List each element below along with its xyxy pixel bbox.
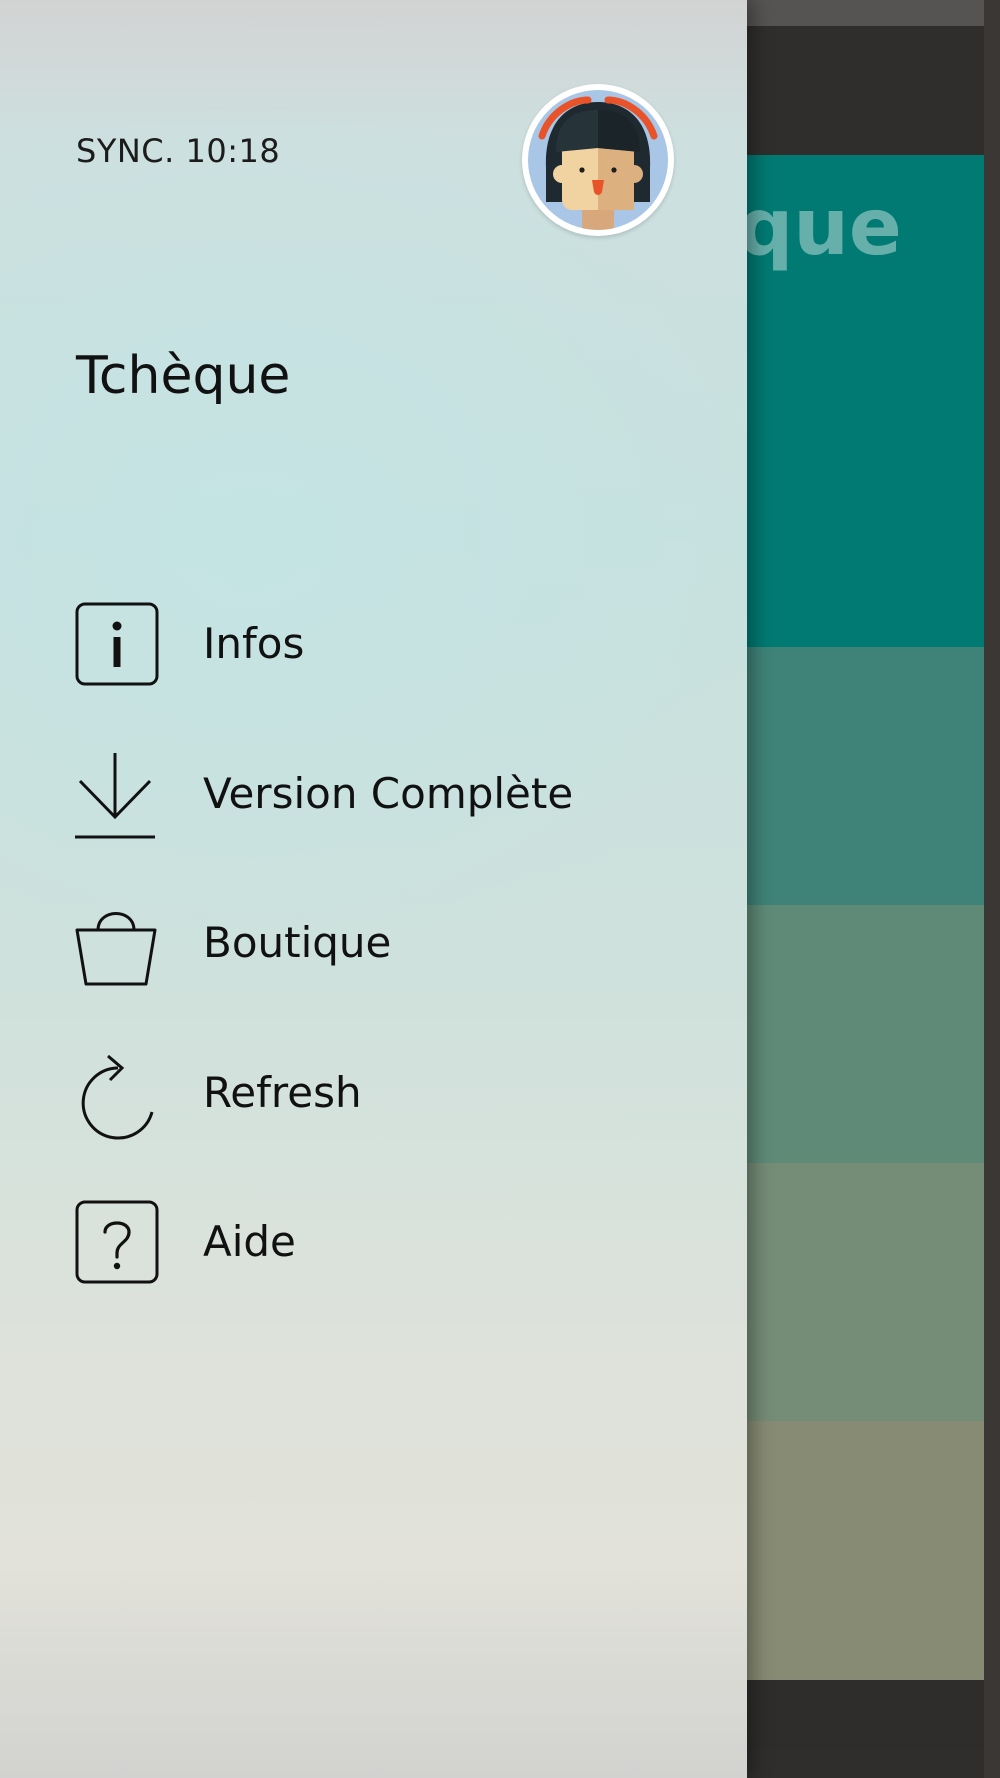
menu-item-version-complete[interactable]: Version Complète	[60, 739, 700, 851]
shopping-bag-icon	[74, 900, 164, 990]
menu-item-label: Version Complète	[203, 769, 574, 818]
menu-item-label: Infos	[203, 619, 305, 668]
info-icon	[74, 601, 164, 691]
menu-item-aide[interactable]: Aide	[60, 1187, 700, 1299]
menu-item-label: Aide	[203, 1217, 296, 1266]
download-icon	[74, 751, 164, 841]
menu-item-boutique[interactable]: Boutique	[60, 888, 700, 1000]
menu-item-infos[interactable]: Infos	[60, 589, 700, 701]
navigation-drawer: SYNC. 10:18 Tchèque Infos Version Complè…	[0, 0, 747, 1778]
menu-item-label: Boutique	[203, 918, 392, 967]
menu-item-label: Refresh	[203, 1068, 362, 1117]
drawer-menu: Infos Version Complète Boutique Refresh …	[0, 0, 747, 1778]
refresh-icon	[74, 1050, 164, 1140]
menu-item-refresh[interactable]: Refresh	[60, 1038, 700, 1150]
help-icon	[74, 1199, 164, 1289]
right-edge	[984, 0, 1000, 1778]
